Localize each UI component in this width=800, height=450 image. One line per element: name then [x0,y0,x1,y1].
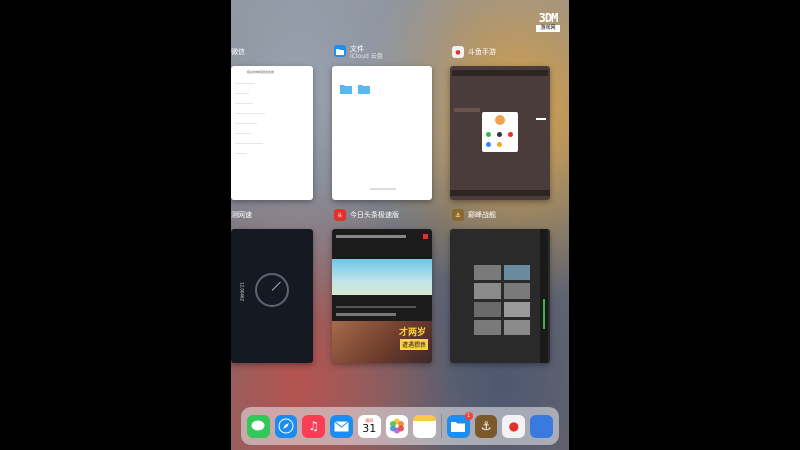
toutiao-subheadline [336,313,396,316]
app-switcher: 3DM 游戏网 微信 相关的单纯微商的类 文件 iCloud 云盘 ● 斗鱼手游… [231,0,569,450]
calendar-icon[interactable]: 周四 31 [357,414,381,438]
safari-icon[interactable] [274,414,298,438]
app-library-icon[interactable] [530,414,553,438]
files-footer [370,188,396,190]
card-header-files: 文件 iCloud 云盘 [334,45,383,60]
notes-icon[interactable] [413,414,437,438]
battleship-game-icon: ⚓ [452,209,464,221]
calendar-date: 31 [362,421,377,435]
music-icon[interactable]: ♫ [302,414,326,438]
toutiao-ad-banner: 才两岁 遭遇猥亵 [332,321,432,363]
douyu-side-text [454,108,480,112]
folder-icon [334,45,346,57]
card-header-battle: ⚓ 巅峰战舰 [452,209,496,221]
battle-side-panel [540,229,548,363]
wechat-login-icon [486,132,491,137]
account-login-icon [497,142,502,147]
wechat-chat-header: 相关的单纯微商的类 [247,70,275,74]
douyu-login-popup [482,112,518,152]
card-header-toutiao: 头 今日头条极速版 [334,209,399,221]
douyu-fish-icon: ● [452,46,464,58]
phone-login-icon [486,142,491,147]
card-subtitle-files: iCloud 云盘 [350,53,383,60]
toutiao-ad-title: 才两岁 [398,328,426,338]
mail-icon[interactable] [330,414,353,438]
folder-icon [340,85,352,94]
dock-separator [441,414,443,438]
files-folder-grid [332,66,432,94]
app-card-files[interactable] [332,66,432,200]
app-card-toutiao[interactable]: 才两岁 遭遇猥亵 [332,229,432,363]
folder-icon [358,85,370,94]
app-card-speedtest[interactable]: 12.00462 [231,229,313,363]
card-header-douyu: ● 斗鱼手游 [452,46,496,58]
douyu-bottom-bar [450,190,550,196]
battleship-dock-icon[interactable]: ⚓ [474,414,498,438]
watermark-subtext: 游戏网 [536,25,560,32]
douyu-top-bar [452,70,548,76]
toutiao-headline [336,235,406,238]
toutiao-logo-icon: 头 [334,209,346,221]
toutiao-action-row [336,306,416,308]
card-header-speedtest: 测网速 [231,211,252,219]
qq-login-icon [497,132,502,137]
card-title-wechat: 微信 [231,48,245,56]
dock: ♫ 周四 31 1 ⚓ ● [241,407,559,445]
close-icon [423,234,428,239]
wechat-message-list [231,83,313,154]
files-badge: 1 [464,411,473,420]
card-title-toutiao: 今日头条极速版 [350,211,399,219]
card-header-wechat: 微信 [231,48,245,56]
weibo-login-icon [508,132,513,137]
card-title-speedtest: 测网速 [231,211,252,219]
douyu-dock-icon[interactable]: ● [502,414,526,438]
watermark-logo: 3DM 游戏网 [536,12,560,32]
douyu-arrow-icon [536,118,546,120]
app-card-battle[interactable] [450,229,550,363]
battle-ship-grid [474,265,530,335]
speedtest-reading: 12.00462 [239,281,245,302]
douyu-mascot-icon [495,115,505,125]
messages-icon[interactable] [247,414,270,438]
toutiao-ad-subtitle: 遭遇猥亵 [399,339,428,350]
card-title-battle: 巅峰战舰 [468,211,496,219]
toutiao-video-thumbnail [332,259,432,295]
battle-progress-indicator [543,299,545,329]
card-title-files: 文件 [350,45,364,53]
card-title-douyu: 斗鱼手游 [468,48,496,56]
app-card-douyu[interactable] [450,66,550,200]
watermark-text: 3DM [538,11,559,25]
photos-icon[interactable] [385,414,409,438]
app-card-wechat[interactable]: 相关的单纯微商的类 [231,66,313,200]
files-dock-icon[interactable]: 1 [447,411,473,438]
